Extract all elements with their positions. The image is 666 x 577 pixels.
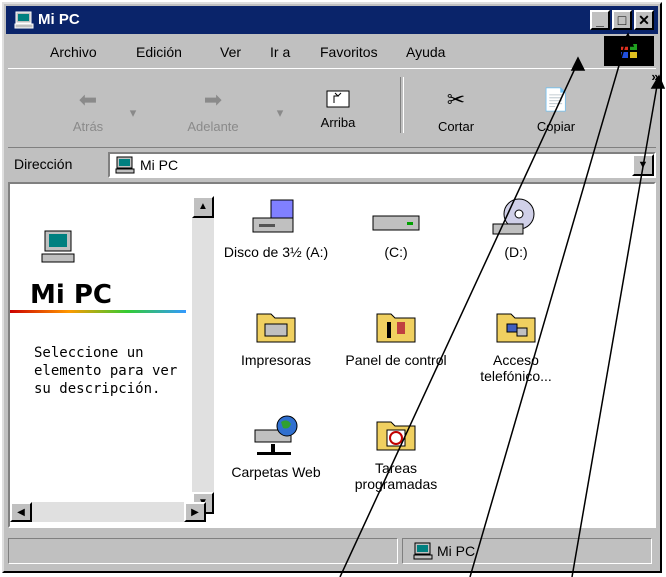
minimize-icon: _: [596, 12, 604, 28]
scroll-left-button[interactable]: ◀: [10, 502, 32, 522]
menu-favoritos[interactable]: Favoritos: [320, 44, 378, 60]
scheduled-tasks-icon: [376, 421, 416, 451]
address-label: Dirección: [14, 156, 73, 172]
menu-ayuda[interactable]: Ayuda: [406, 44, 445, 60]
forward-button[interactable]: ➡ Adelante: [173, 87, 253, 134]
up-folder-icon: [326, 90, 350, 108]
toolbar-overflow[interactable]: »: [648, 69, 662, 84]
printers-folder-icon: [256, 313, 296, 343]
maximize-icon: □: [617, 12, 627, 28]
content-view: Mi PC Seleccione un elemento para ver su…: [8, 182, 656, 528]
menu-edicion[interactable]: Edición: [136, 44, 182, 60]
item-dial-up[interactable]: Acceso telefónico...: [456, 306, 576, 384]
arrow-up-icon: ▲: [198, 201, 208, 212]
info-pane-title: Mi PC: [30, 280, 112, 310]
back-button[interactable]: ⬅ Atrás: [58, 87, 118, 134]
item-control-panel[interactable]: Panel de control: [336, 306, 456, 368]
arrow-right-icon: ▶: [191, 507, 199, 518]
back-arrow-icon: ⬅: [78, 87, 98, 112]
explorer-window: Mi PC _ □ ✕ Archivo Edición Ver Ir a Fav…: [2, 2, 662, 573]
status-cell-main: [8, 538, 398, 564]
cd-drive-icon: [492, 198, 535, 235]
address-dropdown-button[interactable]: ▼: [632, 154, 654, 176]
arrow-left-icon: ◀: [17, 507, 25, 518]
copy-button[interactable]: 📄 Copiar: [526, 87, 586, 134]
status-location-text: Mi PC: [437, 543, 476, 559]
minimize-button[interactable]: _: [590, 10, 610, 30]
toolbar-separator: [400, 77, 404, 133]
back-dropdown[interactable]: ▾: [126, 105, 140, 121]
window-title: Mi PC: [38, 11, 80, 28]
address-bar: Dirección Mi PC ▼: [8, 152, 656, 178]
menu-ver[interactable]: Ver: [220, 44, 241, 60]
toolbar: ⬅ Atrás ▾ ➡ Adelante ▾ Arriba ✂ Cortar 📄…: [8, 68, 659, 148]
menu-archivo[interactable]: Archivo: [50, 44, 97, 60]
address-input[interactable]: Mi PC ▼: [108, 152, 656, 178]
scissors-icon: ✂: [446, 87, 466, 112]
info-pane-description: Seleccione un elemento para ver su descr…: [34, 345, 178, 397]
close-button[interactable]: ✕: [634, 10, 654, 30]
windows-logo: [604, 36, 654, 66]
dial-up-folder-icon: [496, 313, 536, 343]
my-computer-icon: [413, 542, 433, 560]
item-floppy[interactable]: Disco de 3½ (A:): [216, 198, 336, 260]
items-area: Disco de 3½ (A:) (C:) (D:) Impresoras Pa…: [216, 184, 654, 526]
up-button[interactable]: Arriba: [308, 87, 368, 130]
info-pane: Mi PC Seleccione un elemento para ver su…: [10, 184, 190, 500]
title-bar[interactable]: Mi PC _ □ ✕: [6, 6, 658, 34]
horizontal-scrollbar[interactable]: ◀ ▶: [10, 502, 206, 522]
scroll-up-button[interactable]: ▲: [192, 196, 214, 218]
menu-ir-a[interactable]: Ir a: [270, 44, 290, 60]
status-bar: Mi PC: [8, 536, 656, 566]
close-icon: ✕: [638, 12, 650, 28]
windows-flag-icon: [621, 44, 637, 58]
forward-arrow-icon: ➡: [203, 87, 223, 112]
item-drive-d[interactable]: (D:): [456, 198, 576, 260]
forward-dropdown[interactable]: ▾: [273, 105, 287, 121]
item-scheduled-tasks[interactable]: Tareas programadas: [336, 414, 456, 492]
info-pane-divider: [10, 310, 186, 313]
control-panel-folder-icon: [376, 313, 416, 343]
status-cell-location: Mi PC: [402, 538, 652, 564]
hard-drive-icon: [372, 215, 420, 231]
copy-icon: 📄: [542, 87, 570, 112]
address-value: Mi PC: [140, 157, 179, 173]
my-computer-icon: [115, 156, 135, 174]
my-computer-icon: [41, 230, 75, 263]
chevron-down-icon: ▼: [637, 159, 649, 171]
menu-bar: Archivo Edición Ver Ir a Favoritos Ayuda: [8, 40, 656, 62]
item-drive-c[interactable]: (C:): [336, 198, 456, 260]
vertical-scrollbar[interactable]: ▲ ▼: [192, 196, 214, 514]
cut-button[interactable]: ✂ Cortar: [426, 87, 486, 134]
scroll-right-button[interactable]: ▶: [184, 502, 206, 522]
item-printers[interactable]: Impresoras: [216, 306, 336, 368]
web-folders-icon: [254, 415, 298, 455]
item-web-folders[interactable]: Carpetas Web: [216, 414, 336, 480]
floppy-drive-icon: [252, 199, 294, 233]
maximize-button[interactable]: □: [612, 10, 632, 30]
my-computer-icon: [14, 11, 34, 29]
